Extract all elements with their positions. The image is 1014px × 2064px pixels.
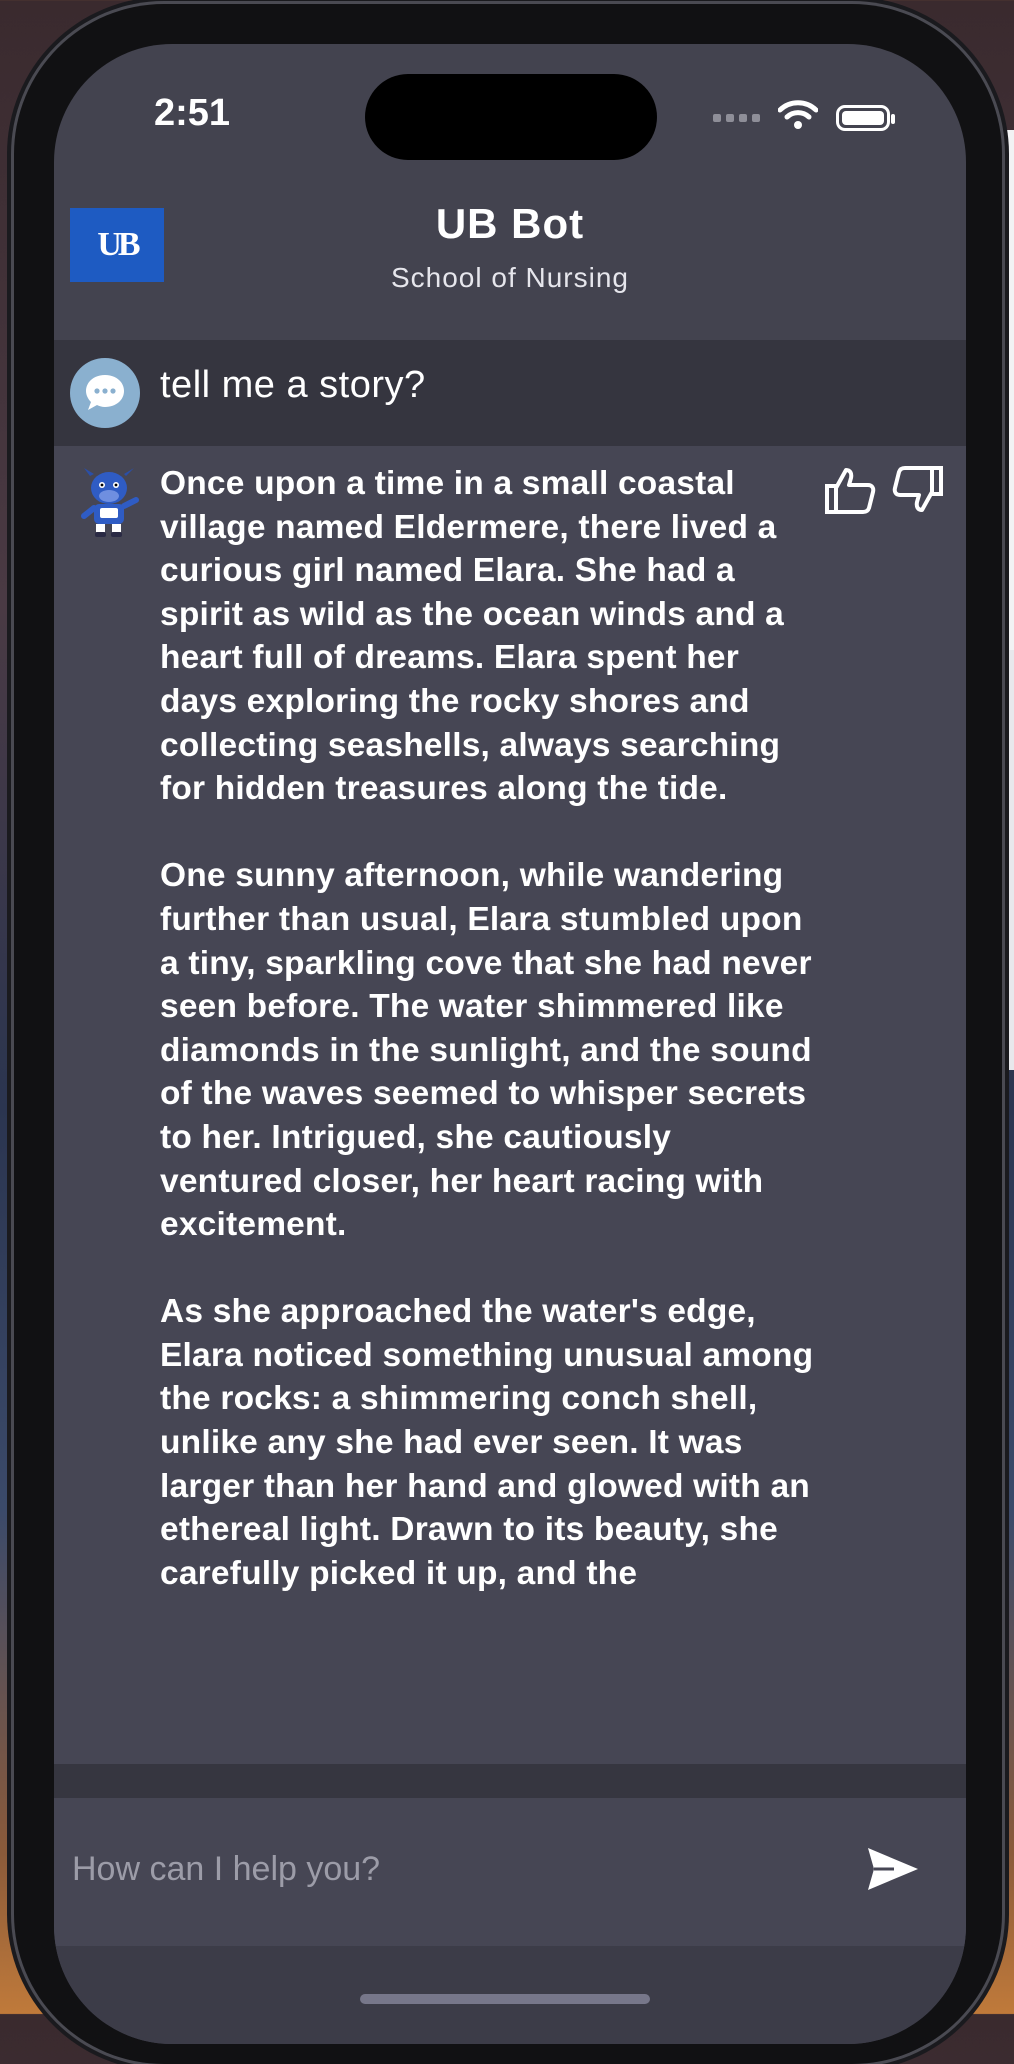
cellular-signal-icon xyxy=(713,113,760,122)
wifi-icon xyxy=(777,100,819,135)
app-screen: 2:51 UB UB Bot School of Nursing tell me… xyxy=(54,44,966,2044)
app-subtitle: School of Nursing xyxy=(390,262,629,293)
message-composer xyxy=(54,1798,966,1946)
bot-response: Once upon a time in a small coastal vill… xyxy=(54,446,966,1764)
home-indicator[interactable] xyxy=(360,1994,650,2004)
bot-message-text: Once upon a time in a small coastal vill… xyxy=(160,465,814,1592)
dynamic-island xyxy=(365,74,657,160)
phone-frame: 2:51 UB UB Bot School of Nursing tell me… xyxy=(14,4,1002,2064)
app-title: UB Bot xyxy=(435,200,585,247)
user-message-text: tell me a story? xyxy=(160,364,426,406)
battery-icon xyxy=(836,104,895,131)
status-time: 2:51 xyxy=(154,92,231,134)
bull-mascot-icon xyxy=(76,466,142,538)
chat-bubble-icon xyxy=(70,358,140,428)
user-message-row: tell me a story? xyxy=(54,340,966,446)
thumbs-up-icon[interactable] xyxy=(824,464,876,516)
status-indicators xyxy=(713,100,895,135)
composer-divider xyxy=(54,1764,966,1798)
message-input[interactable] xyxy=(70,1838,834,1900)
send-icon[interactable] xyxy=(866,1846,920,1892)
app-header: UB UB Bot School of Nursing xyxy=(54,194,966,336)
feedback-buttons xyxy=(824,464,944,516)
thumbs-down-icon[interactable] xyxy=(892,464,944,516)
